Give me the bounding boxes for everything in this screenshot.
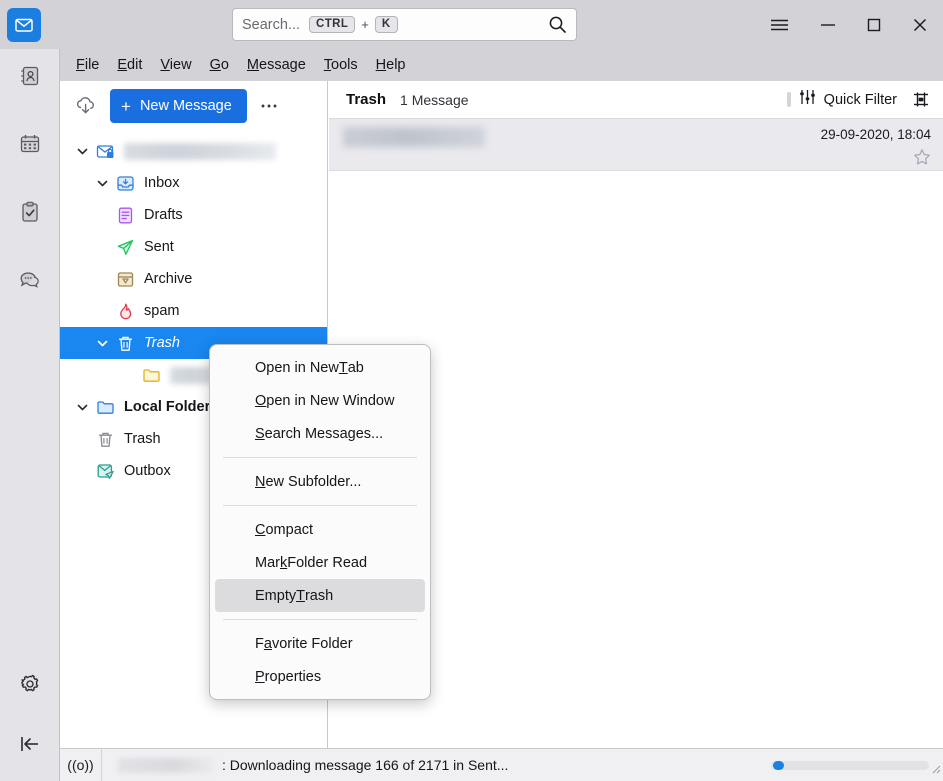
app-menu-button[interactable] (753, 4, 805, 46)
search-kbd-key: K (375, 16, 398, 33)
context-menu-item-empty-trash[interactable]: Empty Trash (215, 579, 425, 612)
tasks-icon[interactable] (7, 189, 53, 235)
folder-label: Inbox (144, 175, 179, 191)
quick-filter-group[interactable]: Quick Filter (787, 88, 897, 111)
menu-message[interactable]: Message (238, 54, 315, 76)
star-outline-icon[interactable] (913, 148, 931, 171)
address-book-icon[interactable] (7, 53, 53, 99)
page-title: Trash (346, 91, 386, 108)
menu-tools[interactable]: Tools (315, 54, 367, 76)
folder-label: Outbox (124, 463, 171, 479)
menu-edit[interactable]: Edit (108, 54, 151, 76)
folder-row-inbox[interactable]: Inbox (60, 167, 327, 199)
context-menu-item-open-in-new-tab[interactable]: Open in New Tab (215, 351, 425, 384)
folder-label: Archive (144, 271, 192, 287)
close-button[interactable] (897, 4, 943, 46)
sent-icon (112, 238, 138, 257)
collapse-panel-icon[interactable] (7, 721, 53, 767)
folder-label: Trash (144, 335, 180, 351)
folder-row-spam[interactable]: spam (60, 295, 327, 327)
maximize-button[interactable] (851, 4, 897, 46)
context-menu-item-compact[interactable]: Compact (215, 513, 425, 546)
context-menu-item-open-in-new-window[interactable]: Open in New Window (215, 384, 425, 417)
settings-gear-icon[interactable] (7, 661, 53, 707)
chevron-down-icon[interactable] (72, 401, 92, 414)
context-menu-item-favorite-folder[interactable]: Favorite Folder (215, 627, 425, 660)
folder-row-sent[interactable]: Sent (60, 231, 327, 263)
spam-flame-icon (112, 302, 138, 321)
archive-icon (112, 270, 138, 289)
folder-label: Drafts (144, 207, 183, 223)
message-sender-redacted (343, 127, 485, 147)
context-menu-item-search-messages[interactable]: Search Messages... (215, 417, 425, 450)
search-icon[interactable] (548, 15, 567, 34)
folder-context-menu: Open in New Tab Open in New Window Searc… (209, 344, 431, 700)
search-placeholder: Search... (242, 17, 300, 33)
title-bar: Search... CTRL + K (0, 0, 943, 49)
folder-row-drafts[interactable]: Drafts (60, 199, 327, 231)
outbox-icon (92, 462, 118, 481)
plus-icon: + (121, 98, 131, 115)
menu-separator (223, 505, 417, 506)
folder-pane-toolbar: + New Message (60, 81, 327, 131)
column-options-icon[interactable] (911, 90, 931, 109)
resize-grip[interactable] (929, 761, 941, 779)
calendar-icon[interactable] (7, 121, 53, 167)
minimize-button[interactable] (805, 4, 851, 46)
new-message-label: New Message (140, 98, 232, 114)
folder-pane-more-button[interactable] (255, 92, 283, 120)
status-bar: ((o)) : Downloading message 166 of 2171 … (60, 748, 943, 781)
trash-icon (112, 334, 138, 353)
trash-icon (92, 430, 118, 449)
chevron-down-icon[interactable] (72, 145, 92, 158)
account-mail-lock-icon (92, 142, 118, 161)
progress-bar (771, 761, 929, 770)
menu-go[interactable]: Go (201, 54, 238, 76)
cloud-download-icon[interactable] (68, 89, 104, 123)
menu-file[interactable]: File (67, 54, 108, 76)
local-folders-icon (92, 398, 118, 417)
search-kbd-plus: + (361, 17, 369, 32)
quick-filter-label: Quick Filter (824, 92, 897, 108)
filter-sliders-icon[interactable] (798, 88, 817, 111)
status-message: : Downloading message 166 of 2171 in Sen… (222, 757, 508, 773)
folder-label: spam (144, 303, 179, 319)
inbox-icon (112, 174, 138, 193)
status-account-redacted (118, 758, 214, 773)
menu-separator (223, 457, 417, 458)
chevron-down-icon[interactable] (92, 337, 112, 350)
chevron-down-icon[interactable] (92, 177, 112, 190)
message-list-header: Trash 1 Message Quick Filter (329, 81, 943, 119)
progress-bar-fill (773, 761, 784, 770)
table-row[interactable]: 29-09-2020, 18:04 (329, 119, 943, 171)
menu-separator (223, 619, 417, 620)
chat-icon[interactable] (7, 257, 53, 303)
drafts-icon (112, 206, 138, 225)
search-kbd-ctrl: CTRL (309, 16, 355, 33)
thunderbird-window: Search... CTRL + K (0, 0, 943, 781)
message-meta: 29-09-2020, 18:04 (821, 127, 931, 171)
toolbar-separator (787, 92, 791, 107)
menu-help[interactable]: Help (367, 54, 415, 76)
context-menu-item-new-subfolder[interactable]: New Subfolder... (215, 465, 425, 498)
spaces-toolbar (0, 49, 60, 781)
message-date: 29-09-2020, 18:04 (821, 127, 931, 142)
new-message-button[interactable]: + New Message (110, 89, 247, 123)
context-menu-item-properties[interactable]: Properties (215, 660, 425, 693)
menu-view[interactable]: View (151, 54, 200, 76)
mail-icon (7, 8, 41, 42)
folder-label-redacted (124, 143, 276, 160)
context-menu-item-mark-folder-read[interactable]: Mark Folder Read (215, 546, 425, 579)
folder-row-archive[interactable]: Archive (60, 263, 327, 295)
folder-label: Trash (124, 431, 161, 447)
folder-row-account[interactable] (60, 135, 327, 167)
folder-label: Sent (144, 239, 174, 255)
folder-icon (138, 366, 164, 385)
message-count: 1 Message (400, 92, 468, 108)
search-input[interactable]: Search... CTRL + K (232, 8, 577, 41)
menu-bar: File Edit View Go Message Tools Help (60, 49, 943, 81)
connection-status-icon: ((o)) (60, 749, 102, 781)
window-controls (753, 0, 943, 49)
folder-label: Local Folders (124, 399, 218, 415)
